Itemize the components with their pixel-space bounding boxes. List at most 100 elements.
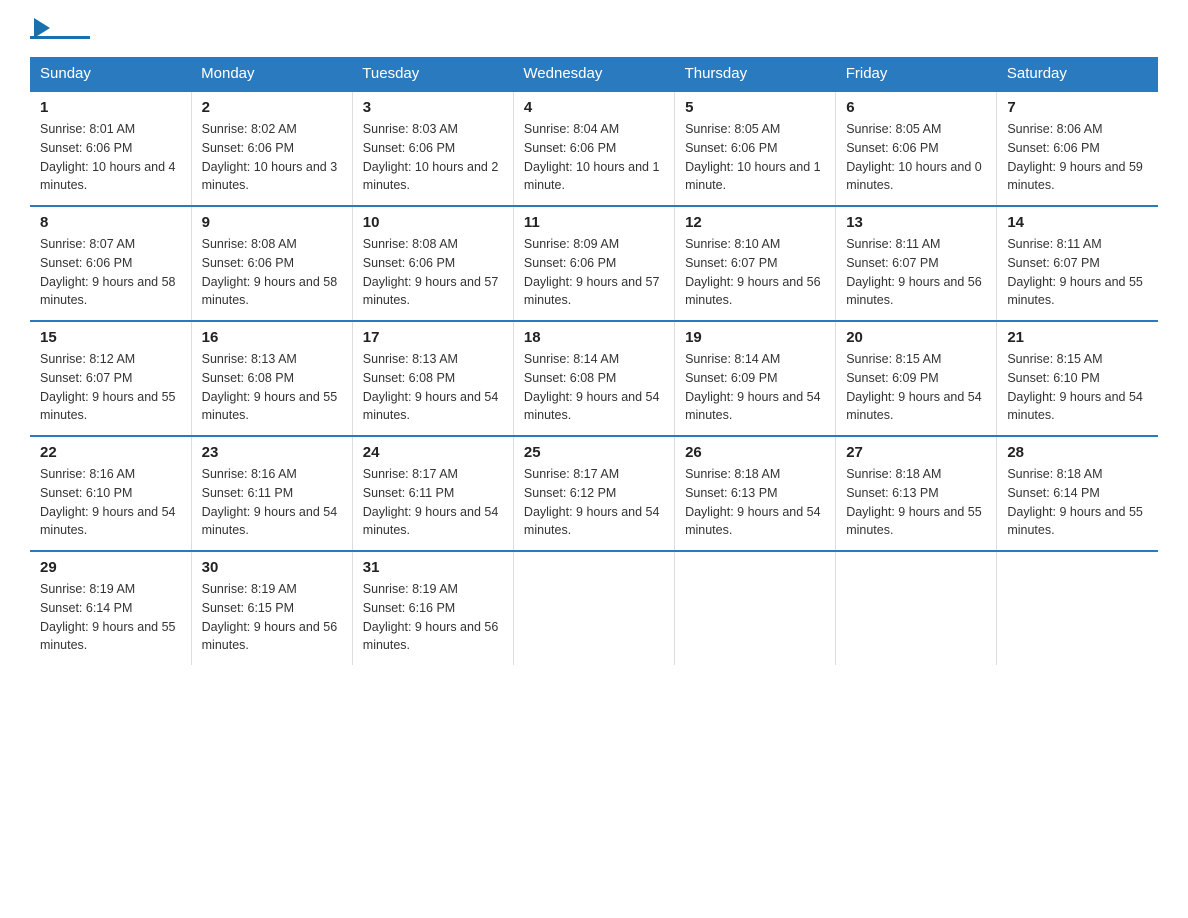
calendar-cell: 2Sunrise: 8:02 AMSunset: 6:06 PMDaylight… xyxy=(191,91,352,206)
day-number: 22 xyxy=(40,444,181,461)
calendar-cell xyxy=(997,551,1158,665)
day-number: 28 xyxy=(1007,444,1148,461)
day-number: 1 xyxy=(40,99,181,116)
logo xyxy=(30,20,90,39)
page-header xyxy=(30,20,1158,39)
calendar-cell: 26 Sunrise: 8:18 AMSunset: 6:13 PMDayligh… xyxy=(675,436,836,551)
weekday-header-thursday: Thursday xyxy=(675,57,836,91)
day-number: 21 xyxy=(1007,329,1148,346)
calendar-cell: 15 Sunrise: 8:12 AMSunset: 6:07 PMDayligh… xyxy=(30,321,191,436)
day-number: 14 xyxy=(1007,214,1148,231)
day-detail: Sunrise: 8:03 AMSunset: 6:06 PMDaylight:… xyxy=(363,122,499,192)
day-number: 6 xyxy=(846,99,986,116)
calendar-cell: 7 Sunrise: 8:06 AMSunset: 6:06 PMDaylight… xyxy=(997,91,1158,206)
day-detail: Sunrise: 8:15 AMSunset: 6:09 PMDaylight:… xyxy=(846,352,982,422)
calendar-cell: 8Sunrise: 8:07 AMSunset: 6:06 PMDaylight… xyxy=(30,206,191,321)
calendar-cell xyxy=(675,551,836,665)
calendar-cell: 20 Sunrise: 8:15 AMSunset: 6:09 PMDayligh… xyxy=(836,321,997,436)
day-detail: Sunrise: 8:01 AMSunset: 6:06 PMDaylight:… xyxy=(40,122,176,192)
day-number: 3 xyxy=(363,99,503,116)
calendar-cell: 17 Sunrise: 8:13 AMSunset: 6:08 PMDayligh… xyxy=(352,321,513,436)
calendar-week-row: 1 Sunrise: 8:01 AMSunset: 6:06 PMDaylight… xyxy=(30,91,1158,206)
day-detail: Sunrise: 8:17 AMSunset: 6:11 PMDaylight:… xyxy=(363,467,499,537)
day-detail: Sunrise: 8:04 AMSunset: 6:06 PMDaylight:… xyxy=(524,122,660,192)
calendar-cell: 12 Sunrise: 8:10 AMSunset: 6:07 PMDayligh… xyxy=(675,206,836,321)
calendar-cell: 27Sunrise: 8:18 AMSunset: 6:13 PMDayligh… xyxy=(836,436,997,551)
calendar-cell: 4 Sunrise: 8:04 AMSunset: 6:06 PMDaylight… xyxy=(513,91,674,206)
weekday-header-saturday: Saturday xyxy=(997,57,1158,91)
day-number: 4 xyxy=(524,99,664,116)
day-detail: Sunrise: 8:13 AMSunset: 6:08 PMDaylight:… xyxy=(363,352,499,422)
logo-triangle-icon xyxy=(34,18,50,38)
calendar-week-row: 8Sunrise: 8:07 AMSunset: 6:06 PMDaylight… xyxy=(30,206,1158,321)
day-number: 25 xyxy=(524,444,664,461)
day-number: 2 xyxy=(202,99,342,116)
weekday-header-tuesday: Tuesday xyxy=(352,57,513,91)
day-number: 18 xyxy=(524,329,664,346)
day-detail: Sunrise: 8:06 AMSunset: 6:06 PMDaylight:… xyxy=(1007,122,1143,192)
day-number: 23 xyxy=(202,444,342,461)
day-detail: Sunrise: 8:08 AMSunset: 6:06 PMDaylight:… xyxy=(202,237,338,307)
day-detail: Sunrise: 8:05 AMSunset: 6:06 PMDaylight:… xyxy=(846,122,982,192)
day-detail: Sunrise: 8:18 AMSunset: 6:13 PMDaylight:… xyxy=(846,467,982,537)
day-detail: Sunrise: 8:14 AMSunset: 6:08 PMDaylight:… xyxy=(524,352,660,422)
calendar-week-row: 22Sunrise: 8:16 AMSunset: 6:10 PMDayligh… xyxy=(30,436,1158,551)
day-number: 16 xyxy=(202,329,342,346)
day-detail: Sunrise: 8:14 AMSunset: 6:09 PMDaylight:… xyxy=(685,352,821,422)
day-number: 9 xyxy=(202,214,342,231)
calendar-cell: 3 Sunrise: 8:03 AMSunset: 6:06 PMDaylight… xyxy=(352,91,513,206)
calendar-cell: 30 Sunrise: 8:19 AMSunset: 6:15 PMDayligh… xyxy=(191,551,352,665)
day-number: 26 xyxy=(685,444,825,461)
calendar-cell: 5Sunrise: 8:05 AMSunset: 6:06 PMDaylight… xyxy=(675,91,836,206)
day-number: 11 xyxy=(524,214,664,231)
weekday-header-friday: Friday xyxy=(836,57,997,91)
weekday-header-row: SundayMondayTuesdayWednesdayThursdayFrid… xyxy=(30,57,1158,91)
day-number: 17 xyxy=(363,329,503,346)
calendar-cell: 22Sunrise: 8:16 AMSunset: 6:10 PMDayligh… xyxy=(30,436,191,551)
calendar-cell: 6 Sunrise: 8:05 AMSunset: 6:06 PMDaylight… xyxy=(836,91,997,206)
calendar-week-row: 15 Sunrise: 8:12 AMSunset: 6:07 PMDayligh… xyxy=(30,321,1158,436)
day-number: 24 xyxy=(363,444,503,461)
day-detail: Sunrise: 8:11 AMSunset: 6:07 PMDaylight:… xyxy=(1007,237,1143,307)
day-detail: Sunrise: 8:09 AMSunset: 6:06 PMDaylight:… xyxy=(524,237,660,307)
calendar-cell: 23 Sunrise: 8:16 AMSunset: 6:11 PMDayligh… xyxy=(191,436,352,551)
day-detail: Sunrise: 8:17 AMSunset: 6:12 PMDaylight:… xyxy=(524,467,660,537)
weekday-header-monday: Monday xyxy=(191,57,352,91)
day-number: 31 xyxy=(363,559,503,576)
day-number: 20 xyxy=(846,329,986,346)
calendar-cell: 31 Sunrise: 8:19 AMSunset: 6:16 PMDayligh… xyxy=(352,551,513,665)
day-detail: Sunrise: 8:13 AMSunset: 6:08 PMDaylight:… xyxy=(202,352,338,422)
day-detail: Sunrise: 8:11 AMSunset: 6:07 PMDaylight:… xyxy=(846,237,982,307)
day-number: 19 xyxy=(685,329,825,346)
day-number: 12 xyxy=(685,214,825,231)
day-detail: Sunrise: 8:12 AMSunset: 6:07 PMDaylight:… xyxy=(40,352,176,422)
calendar-table: SundayMondayTuesdayWednesdayThursdayFrid… xyxy=(30,57,1158,665)
day-detail: Sunrise: 8:19 AMSunset: 6:16 PMDaylight:… xyxy=(363,582,499,652)
day-detail: Sunrise: 8:19 AMSunset: 6:14 PMDaylight:… xyxy=(40,582,176,652)
weekday-header-sunday: Sunday xyxy=(30,57,191,91)
day-detail: Sunrise: 8:16 AMSunset: 6:11 PMDaylight:… xyxy=(202,467,338,537)
day-detail: Sunrise: 8:18 AMSunset: 6:13 PMDaylight:… xyxy=(685,467,821,537)
calendar-cell xyxy=(836,551,997,665)
calendar-cell: 25 Sunrise: 8:17 AMSunset: 6:12 PMDayligh… xyxy=(513,436,674,551)
day-number: 30 xyxy=(202,559,342,576)
day-number: 10 xyxy=(363,214,503,231)
calendar-cell: 18 Sunrise: 8:14 AMSunset: 6:08 PMDayligh… xyxy=(513,321,674,436)
weekday-header-wednesday: Wednesday xyxy=(513,57,674,91)
calendar-cell: 13 Sunrise: 8:11 AMSunset: 6:07 PMDayligh… xyxy=(836,206,997,321)
calendar-cell: 29Sunrise: 8:19 AMSunset: 6:14 PMDayligh… xyxy=(30,551,191,665)
day-number: 13 xyxy=(846,214,986,231)
calendar-cell: 24 Sunrise: 8:17 AMSunset: 6:11 PMDayligh… xyxy=(352,436,513,551)
day-detail: Sunrise: 8:05 AMSunset: 6:06 PMDaylight:… xyxy=(685,122,821,192)
day-detail: Sunrise: 8:19 AMSunset: 6:15 PMDaylight:… xyxy=(202,582,338,652)
day-detail: Sunrise: 8:15 AMSunset: 6:10 PMDaylight:… xyxy=(1007,352,1143,422)
calendar-cell: 9 Sunrise: 8:08 AMSunset: 6:06 PMDaylight… xyxy=(191,206,352,321)
calendar-cell: 11 Sunrise: 8:09 AMSunset: 6:06 PMDayligh… xyxy=(513,206,674,321)
day-number: 15 xyxy=(40,329,181,346)
day-detail: Sunrise: 8:18 AMSunset: 6:14 PMDaylight:… xyxy=(1007,467,1143,537)
day-detail: Sunrise: 8:08 AMSunset: 6:06 PMDaylight:… xyxy=(363,237,499,307)
day-number: 7 xyxy=(1007,99,1148,116)
day-number: 8 xyxy=(40,214,181,231)
day-detail: Sunrise: 8:10 AMSunset: 6:07 PMDaylight:… xyxy=(685,237,821,307)
calendar-cell xyxy=(513,551,674,665)
